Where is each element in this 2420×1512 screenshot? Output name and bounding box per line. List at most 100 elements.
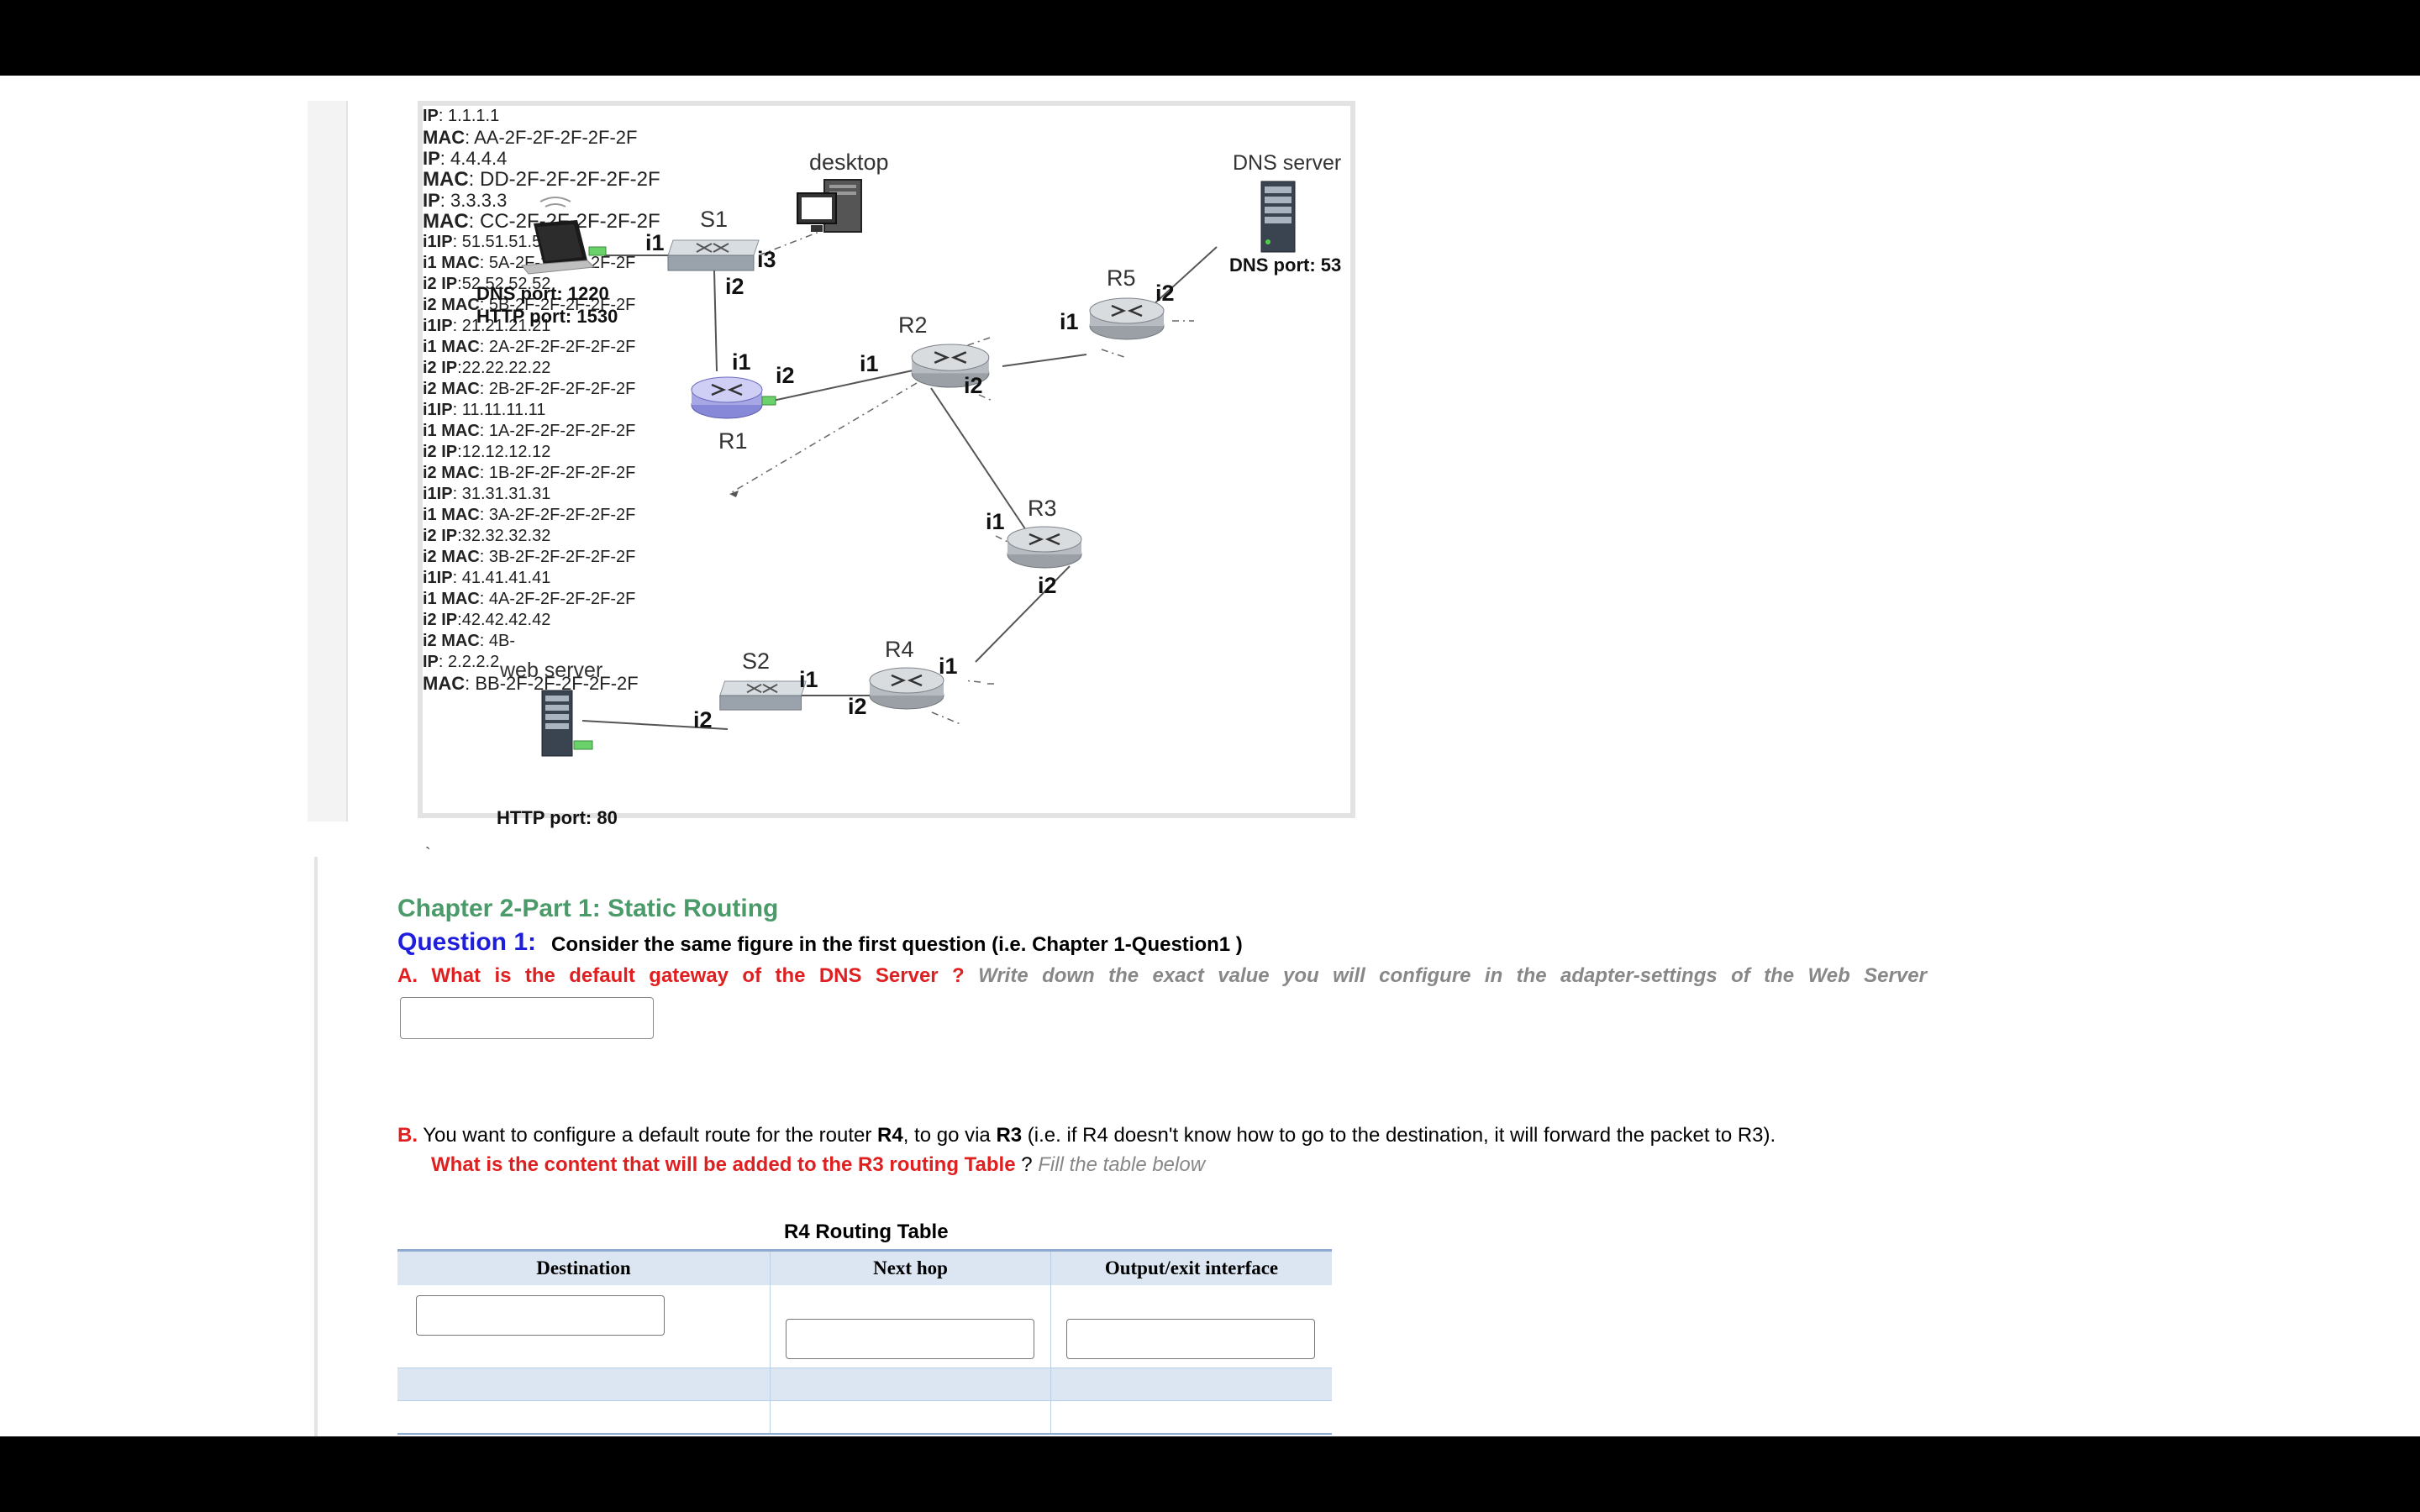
web-server-http-port: HTTP port: 80 — [497, 807, 618, 828]
qa-gray-4: value — [1218, 964, 1270, 987]
router-r1-i1: i1 — [732, 349, 751, 375]
header-output-interface: Output/exit interface — [1104, 1257, 1279, 1278]
qb-r3: R3 — [996, 1124, 1023, 1147]
qb-text-1: You want to configure a default route fo… — [418, 1124, 878, 1147]
qa-gray-3: exact — [1152, 964, 1204, 987]
network-diagram: IP: 1.1.1.1 MAC: AA-2F-2F-2F-2F-2F DNS p… — [423, 106, 1350, 828]
table-header-row: Destination Next hop Output/exit interfa… — [397, 1249, 1332, 1286]
qa-gray-10: adapter-settings — [1560, 964, 1718, 987]
cell-empty — [397, 1401, 771, 1433]
qa-red-8: DNS — [818, 964, 862, 987]
question-b-subtext: What is the content that will be added t… — [431, 1153, 1205, 1177]
cell-empty — [1051, 1401, 1332, 1433]
question-b-text: B. You want to configure a default route… — [397, 1124, 1776, 1147]
table-row — [397, 1368, 1332, 1401]
switch-s2-icon — [719, 680, 807, 711]
qb-text-3: (i.e. if R4 doesn't know how to go to th… — [1022, 1124, 1776, 1147]
qa-red-4: default — [569, 964, 635, 987]
qa-gray-9: the — [1516, 964, 1547, 987]
dns-server-icon — [1260, 181, 1296, 253]
qa-red-7: the — [775, 964, 806, 987]
qa-gray-1: down — [1042, 964, 1095, 987]
router-r2-i2: i2 — [964, 373, 983, 398]
qa-gray-13: Web — [1807, 964, 1850, 987]
question-a-text: A. What is the default gateway of the DN… — [397, 964, 1927, 988]
qa-red-10: ? — [952, 964, 965, 987]
switch-s2-name: S2 — [742, 648, 771, 674]
qa-gray-11: of — [1731, 964, 1750, 987]
qa-gray-6: will — [1333, 964, 1365, 987]
router-r4-name: R4 — [885, 637, 914, 662]
router-r3-i1: i1 — [986, 509, 1005, 534]
qa-red-3: the — [524, 964, 555, 987]
qb-prefix: B. — [397, 1124, 418, 1147]
qa-gray-8: in — [1484, 964, 1503, 987]
qb-line2-gray: Fill the table below — [1038, 1153, 1206, 1176]
switch-s1-icon — [667, 239, 760, 271]
router-r1-i2: i2 — [776, 363, 795, 388]
router-r1-icon — [691, 376, 776, 419]
qa-gray-12: the — [1764, 964, 1795, 987]
question-text: Consider the same figure in the first qu… — [551, 933, 1243, 956]
output-interface-input[interactable] — [1066, 1319, 1315, 1359]
qa-red-9: Server — [875, 964, 939, 987]
qb-text-2: , to go via — [902, 1124, 997, 1147]
laptop-http-port: HTTP port: 1530 — [476, 306, 618, 327]
qa-gray-14: Server — [1864, 964, 1927, 987]
qa-red-0: A. — [397, 964, 418, 987]
header-next-hop: Next hop — [771, 1252, 1051, 1285]
cell-empty — [771, 1368, 1051, 1400]
question-label: Question 1: — [397, 928, 537, 956]
web-server-icon — [541, 690, 593, 757]
next-hop-input[interactable] — [786, 1319, 1034, 1359]
router-r4-i1: i1 — [939, 654, 958, 679]
table-row — [397, 1285, 1332, 1368]
left-margin-rule — [308, 101, 348, 822]
router-r3-name: R3 — [1028, 496, 1057, 521]
stray-mark: ` — [425, 845, 431, 864]
laptop-icon — [521, 197, 607, 275]
qa-gray-5: you — [1283, 964, 1319, 987]
left-margin-rule-lower — [314, 857, 318, 1436]
cell-empty — [397, 1368, 771, 1400]
switch-s1-i2: i2 — [725, 274, 744, 299]
page: IP: 1.1.1.1 MAC: AA-2F-2F-2F-2F-2F DNS p… — [0, 76, 2420, 1436]
qa-gray-0: Write — [978, 964, 1028, 987]
table-row — [397, 1401, 1332, 1435]
router-r5-name: R5 — [1107, 265, 1136, 291]
dns-server-name: DNS server — [1233, 151, 1342, 175]
section-title: Chapter 2-Part 1: Static Routing — [397, 895, 779, 922]
switch-s1-i3: i3 — [757, 247, 776, 272]
laptop-dns-port: DNS port: 1220 — [476, 283, 609, 304]
qa-red-5: gateway — [649, 964, 729, 987]
desktop-icon — [797, 179, 862, 233]
router-r5-i1: i1 — [1060, 309, 1079, 334]
router-r3-icon — [1007, 526, 1082, 569]
router-r2-name: R2 — [898, 312, 928, 338]
router-r2-i1: i1 — [860, 351, 879, 376]
qb-line2-q: ? — [1015, 1153, 1039, 1176]
default-gateway-input[interactable] — [400, 997, 654, 1039]
switch-s1-i1: i1 — [645, 230, 665, 255]
router-r1-name: R1 — [718, 428, 748, 454]
qb-r4: R4 — [877, 1124, 903, 1147]
switch-s1-name: S1 — [700, 207, 729, 232]
switch-s2-i1: i1 — [799, 667, 818, 692]
qa-red-1: What — [431, 964, 481, 987]
qa-gray-7: configure — [1379, 964, 1471, 987]
header-destination: Destination — [397, 1252, 771, 1285]
cell-empty — [1051, 1368, 1332, 1400]
qa-red-2: is — [494, 964, 512, 987]
network-diagram-frame: IP: 1.1.1.1 MAC: AA-2F-2F-2F-2F-2F DNS p… — [418, 101, 1355, 828]
router-r5-i2: i2 — [1155, 281, 1175, 306]
router-r4-i2: i2 — [848, 694, 867, 719]
qb-line2-red: What is the content that will be added t… — [431, 1153, 1016, 1176]
switch-s2-i2: i2 — [693, 707, 713, 732]
web-server-name: web server — [500, 659, 603, 682]
dns-server-dns-port: DNS port: 53 — [1229, 255, 1342, 276]
router-r4-icon — [869, 667, 944, 710]
cell-empty — [771, 1401, 1051, 1433]
router-r3-i2: i2 — [1038, 573, 1057, 598]
desktop-name: desktop — [809, 150, 889, 175]
destination-input[interactable] — [416, 1295, 665, 1336]
